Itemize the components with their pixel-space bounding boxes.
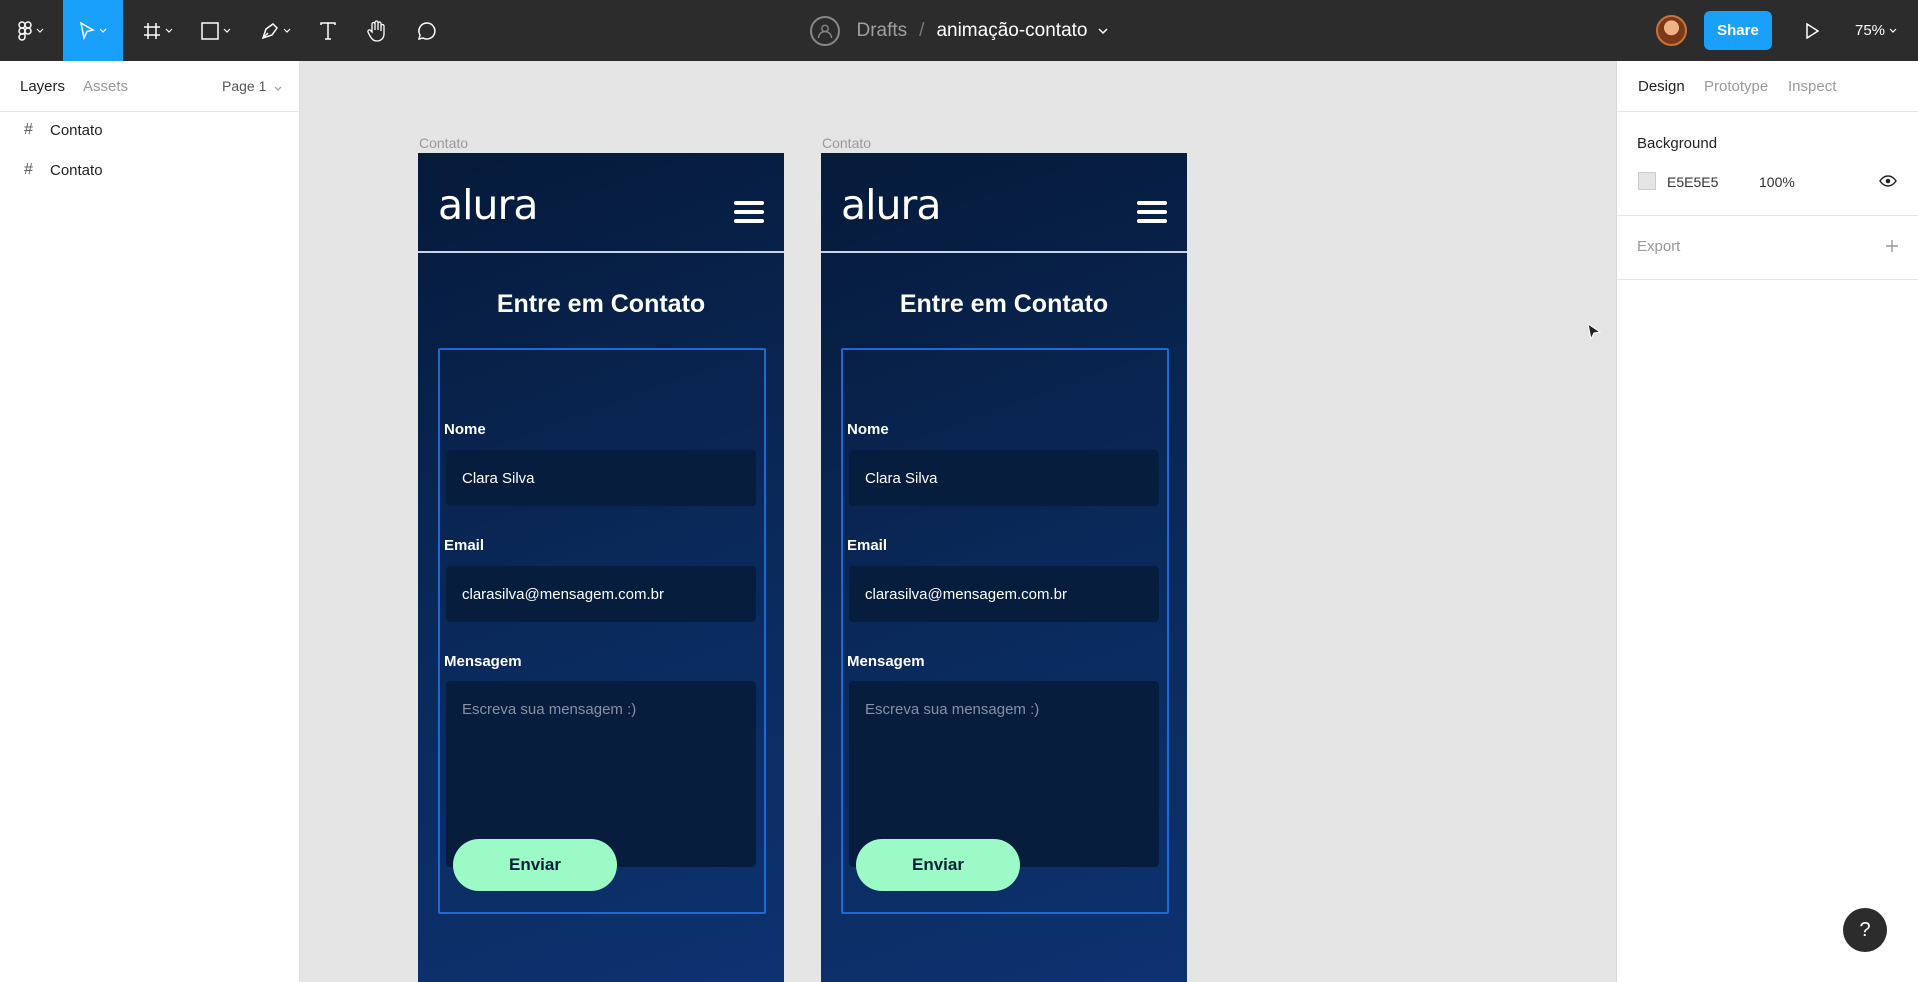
message-label: Mensagem [847, 653, 925, 670]
tab-inspect[interactable]: Inspect [1788, 78, 1836, 95]
tab-assets[interactable]: Assets [83, 78, 128, 95]
frame-hash-icon: # [24, 161, 33, 178]
zoom-level: 75% [1855, 22, 1886, 39]
canvas[interactable]: Contato alura Entre em Contato Nome Clar… [301, 61, 1616, 982]
hand-tool-button[interactable] [362, 0, 392, 61]
send-button[interactable]: Enviar [856, 839, 1020, 891]
form-heading: Entre em Contato [899, 290, 1109, 318]
header-divider [418, 251, 784, 253]
tab-layers[interactable]: Layers [20, 78, 65, 95]
comment-tool-button[interactable] [412, 0, 442, 61]
shape-tool-button[interactable] [194, 0, 238, 61]
chevron-down-icon [274, 86, 282, 91]
tab-prototype[interactable]: Prototype [1704, 78, 1768, 95]
toolbar: Drafts / animação-contato Share 75% [0, 0, 1918, 61]
background-opacity[interactable]: 100% [1759, 174, 1795, 190]
user-avatar[interactable] [1656, 15, 1687, 46]
email-label: Email [847, 537, 888, 554]
frame-label[interactable]: Contato [822, 135, 871, 151]
comment-icon [417, 21, 436, 40]
rectangle-icon [201, 21, 219, 40]
move-cursor-icon [80, 21, 95, 40]
name-label: Nome [847, 421, 889, 438]
background-swatch[interactable] [1638, 172, 1656, 190]
export-title: Export [1637, 238, 1681, 255]
zoom-dropdown[interactable]: 75% [1855, 0, 1897, 61]
header-divider [821, 251, 1187, 253]
move-tool-button[interactable] [63, 0, 123, 61]
background-title: Background [1637, 135, 1718, 152]
frame-hash-icon [144, 22, 160, 39]
properties-panel: Design Prototype Inspect Background E5E5… [1616, 61, 1918, 982]
text-icon [320, 21, 336, 40]
share-button[interactable]: Share [1704, 11, 1772, 50]
chevron-down-icon [36, 28, 44, 33]
message-label: Mensagem [444, 653, 522, 670]
contact-frame[interactable]: alura Entre em Contato Nome Clara Silva … [821, 153, 1187, 982]
tab-design[interactable]: Design [1638, 78, 1685, 95]
left-panel-tabs: Layers Assets Page 1 [0, 61, 299, 112]
pen-icon [261, 22, 278, 39]
alura-logo: alura [438, 181, 538, 229]
chevron-down-icon [1889, 28, 1897, 33]
figma-app: Drafts / animação-contato Share 75% Laye… [0, 0, 1918, 982]
alura-logo: alura [841, 181, 941, 229]
play-icon [1806, 22, 1819, 39]
layer-label: Contato [50, 121, 103, 139]
hamburger-menu-icon[interactable] [734, 201, 764, 228]
help-button[interactable]: ? [1843, 908, 1887, 952]
name-value: Clara Silva [462, 469, 535, 487]
page-selector[interactable]: Page 1 [222, 78, 282, 94]
drafts-link[interactable]: Drafts [856, 20, 907, 42]
name-value: Clara Silva [865, 469, 938, 487]
frame-hash-icon: # [24, 121, 33, 138]
message-placeholder: Escreva sua mensagem :) [462, 701, 637, 718]
chevron-down-icon [165, 28, 173, 33]
export-section: Export [1617, 216, 1918, 280]
email-value: clarasilva@mensagem.com.br [462, 585, 664, 603]
plus-icon[interactable] [1885, 239, 1899, 253]
chevron-down-icon [223, 28, 231, 33]
chevron-down-icon[interactable] [1097, 27, 1108, 34]
email-field[interactable]: clarasilva@mensagem.com.br [446, 566, 756, 622]
frame-tool-button[interactable] [136, 0, 180, 61]
text-tool-button[interactable] [313, 0, 343, 61]
form-heading: Entre em Contato [496, 290, 706, 318]
hand-icon [367, 19, 385, 42]
breadcrumb-separator: / [919, 19, 925, 41]
send-button[interactable]: Enviar [453, 839, 617, 891]
mouse-cursor-icon [1587, 323, 1602, 341]
chevron-down-icon [99, 28, 107, 33]
email-value: clarasilva@mensagem.com.br [865, 585, 1067, 603]
main-menu-button[interactable] [10, 0, 52, 61]
right-panel-tabs: Design Prototype Inspect [1617, 61, 1918, 112]
name-label: Nome [444, 421, 486, 438]
figma-logo-icon [18, 20, 32, 41]
contact-frame[interactable]: alura Entre em Contato Nome Clara Silva … [418, 153, 784, 982]
page-selector-label: Page 1 [222, 78, 267, 94]
layer-item[interactable]: # Contato [0, 110, 299, 150]
hamburger-menu-icon[interactable] [1137, 201, 1167, 228]
email-label: Email [444, 537, 485, 554]
layers-panel: Layers Assets Page 1 # Contato # Contato [0, 61, 300, 982]
pen-tool-button[interactable] [254, 0, 298, 61]
file-name[interactable]: animação-contato [936, 20, 1087, 42]
name-field[interactable]: Clara Silva [446, 450, 756, 506]
background-section: Background E5E5E5 100% [1617, 112, 1918, 216]
name-field[interactable]: Clara Silva [849, 450, 1159, 506]
frame-label[interactable]: Contato [419, 135, 468, 151]
background-hex[interactable]: E5E5E5 [1667, 174, 1718, 190]
layer-item[interactable]: # Contato [0, 150, 299, 190]
team-avatar-icon [810, 15, 841, 46]
email-field[interactable]: clarasilva@mensagem.com.br [849, 566, 1159, 622]
chevron-down-icon [283, 28, 291, 33]
message-placeholder: Escreva sua mensagem :) [865, 701, 1040, 718]
present-button[interactable] [1797, 0, 1827, 61]
layer-label: Contato [50, 161, 103, 179]
eye-icon[interactable] [1879, 174, 1897, 188]
